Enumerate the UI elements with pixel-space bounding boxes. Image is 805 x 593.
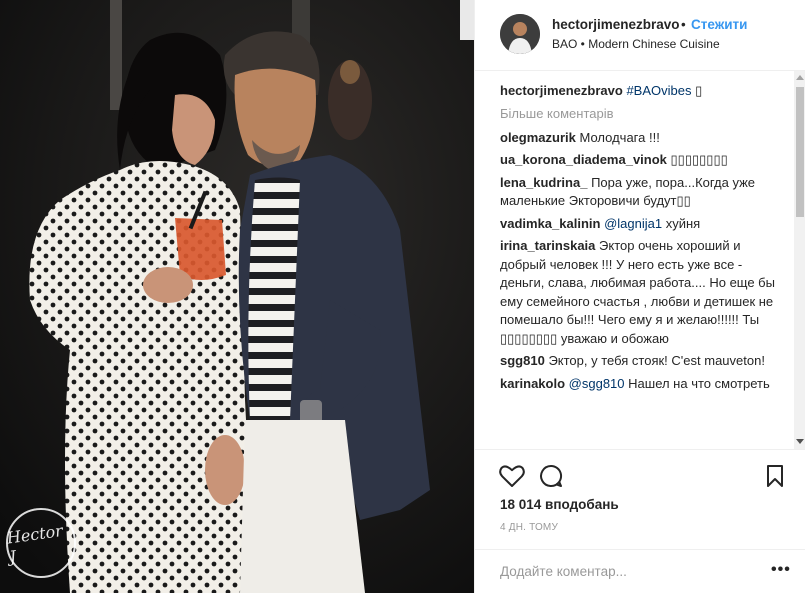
comment-item: olegmazurik Молодчага !!! xyxy=(500,129,785,148)
comment-item: lena_kudrina_ Пора уже, пора...Когда уже… xyxy=(500,174,785,211)
avatar[interactable] xyxy=(500,14,540,54)
photo-illustration xyxy=(0,0,474,593)
post-photo[interactable]: Hector J xyxy=(0,0,474,593)
comments-scrollbar[interactable] xyxy=(794,71,805,449)
comments-list[interactable]: hectorjimenezbravo #BAOvibes ▯ Більше ко… xyxy=(475,71,805,449)
comment-username[interactable]: ua_korona_diadema_vinok xyxy=(500,152,667,167)
more-options-icon[interactable]: ••• xyxy=(771,561,791,579)
post-author-username[interactable]: hectorjimenezbravo xyxy=(552,17,680,32)
comment-item: karinakolo @sgg810 Нашел на что смотреть xyxy=(500,375,785,394)
caption-emoji: ▯ xyxy=(695,83,703,98)
heart-icon[interactable] xyxy=(499,464,525,488)
follow-button[interactable]: Стежити xyxy=(691,17,747,32)
comment-mention[interactable]: @sgg810 xyxy=(569,376,625,391)
comment-text: хуйня xyxy=(665,215,701,231)
post-timestamp[interactable]: 4 ДН. ТОМУ xyxy=(500,522,558,533)
add-comment-bar: ••• xyxy=(475,549,805,593)
comment-item: vadimka_kalinin @lagnija1 хуйня xyxy=(500,215,785,234)
scroll-down-arrow-icon[interactable] xyxy=(796,439,804,444)
comment-username[interactable]: sgg810 xyxy=(500,353,545,368)
likes-count[interactable]: 18 014 вподобань xyxy=(500,497,619,512)
likes-count-label: 18 014 вподобань xyxy=(500,497,619,512)
bookmark-icon[interactable] xyxy=(766,464,784,488)
post-header: hectorjimenezbravo • Стежити BAO • Moder… xyxy=(475,0,805,71)
comment-mention[interactable]: @lagnija1 xyxy=(604,216,662,231)
comment-text: Нашел на что смотреть xyxy=(628,375,770,391)
scrollbar-thumb[interactable] xyxy=(796,87,804,217)
header-separator: • xyxy=(681,17,686,32)
add-comment-input[interactable] xyxy=(500,560,750,582)
comment-icon[interactable] xyxy=(539,464,563,488)
comment-username[interactable]: karinakolo xyxy=(500,376,565,391)
caption-hashtag[interactable]: #BAOvibes xyxy=(626,83,691,98)
comment-item: irina_tarinskaia Эктор очень хороший и д… xyxy=(500,237,785,348)
watermark-text: Hector J xyxy=(5,520,64,567)
caption-username[interactable]: hectorjimenezbravo xyxy=(500,83,623,98)
comment-text: Молодчага !!! xyxy=(579,129,660,145)
comment-text: Эктор очень хороший и добрый человек !!!… xyxy=(500,238,775,346)
scroll-up-arrow-icon[interactable] xyxy=(796,75,804,80)
comment-username[interactable]: vadimka_kalinin xyxy=(500,216,600,231)
comment-username[interactable]: olegmazurik xyxy=(500,130,576,145)
post-details-panel: hectorjimenezbravo • Стежити BAO • Moder… xyxy=(474,0,805,593)
comment-username[interactable]: lena_kudrina_ xyxy=(500,175,587,190)
avatar-image xyxy=(500,14,540,54)
comment-username[interactable]: irina_tarinskaia xyxy=(500,238,595,253)
photo-watermark-logo: Hector J xyxy=(6,508,76,578)
load-more-comments-button[interactable]: Більше коментарів xyxy=(500,105,785,123)
comment-text: ▯▯▯▯▯▯▯▯ xyxy=(670,152,728,167)
comment-text: Эктор, у тебя стояк! C'est mauveton! xyxy=(548,353,765,368)
location-link[interactable]: BAO • Modern Chinese Cuisine xyxy=(552,37,720,51)
post-actions: 18 014 вподобань 4 ДН. ТОМУ xyxy=(475,449,805,549)
caption: hectorjimenezbravo #BAOvibes ▯ xyxy=(500,82,785,101)
comment-item: sgg810 Эктор, у тебя стояк! C'est mauvet… xyxy=(500,352,785,371)
comment-item: ua_korona_diadema_vinok ▯▯▯▯▯▯▯▯ xyxy=(500,151,785,170)
